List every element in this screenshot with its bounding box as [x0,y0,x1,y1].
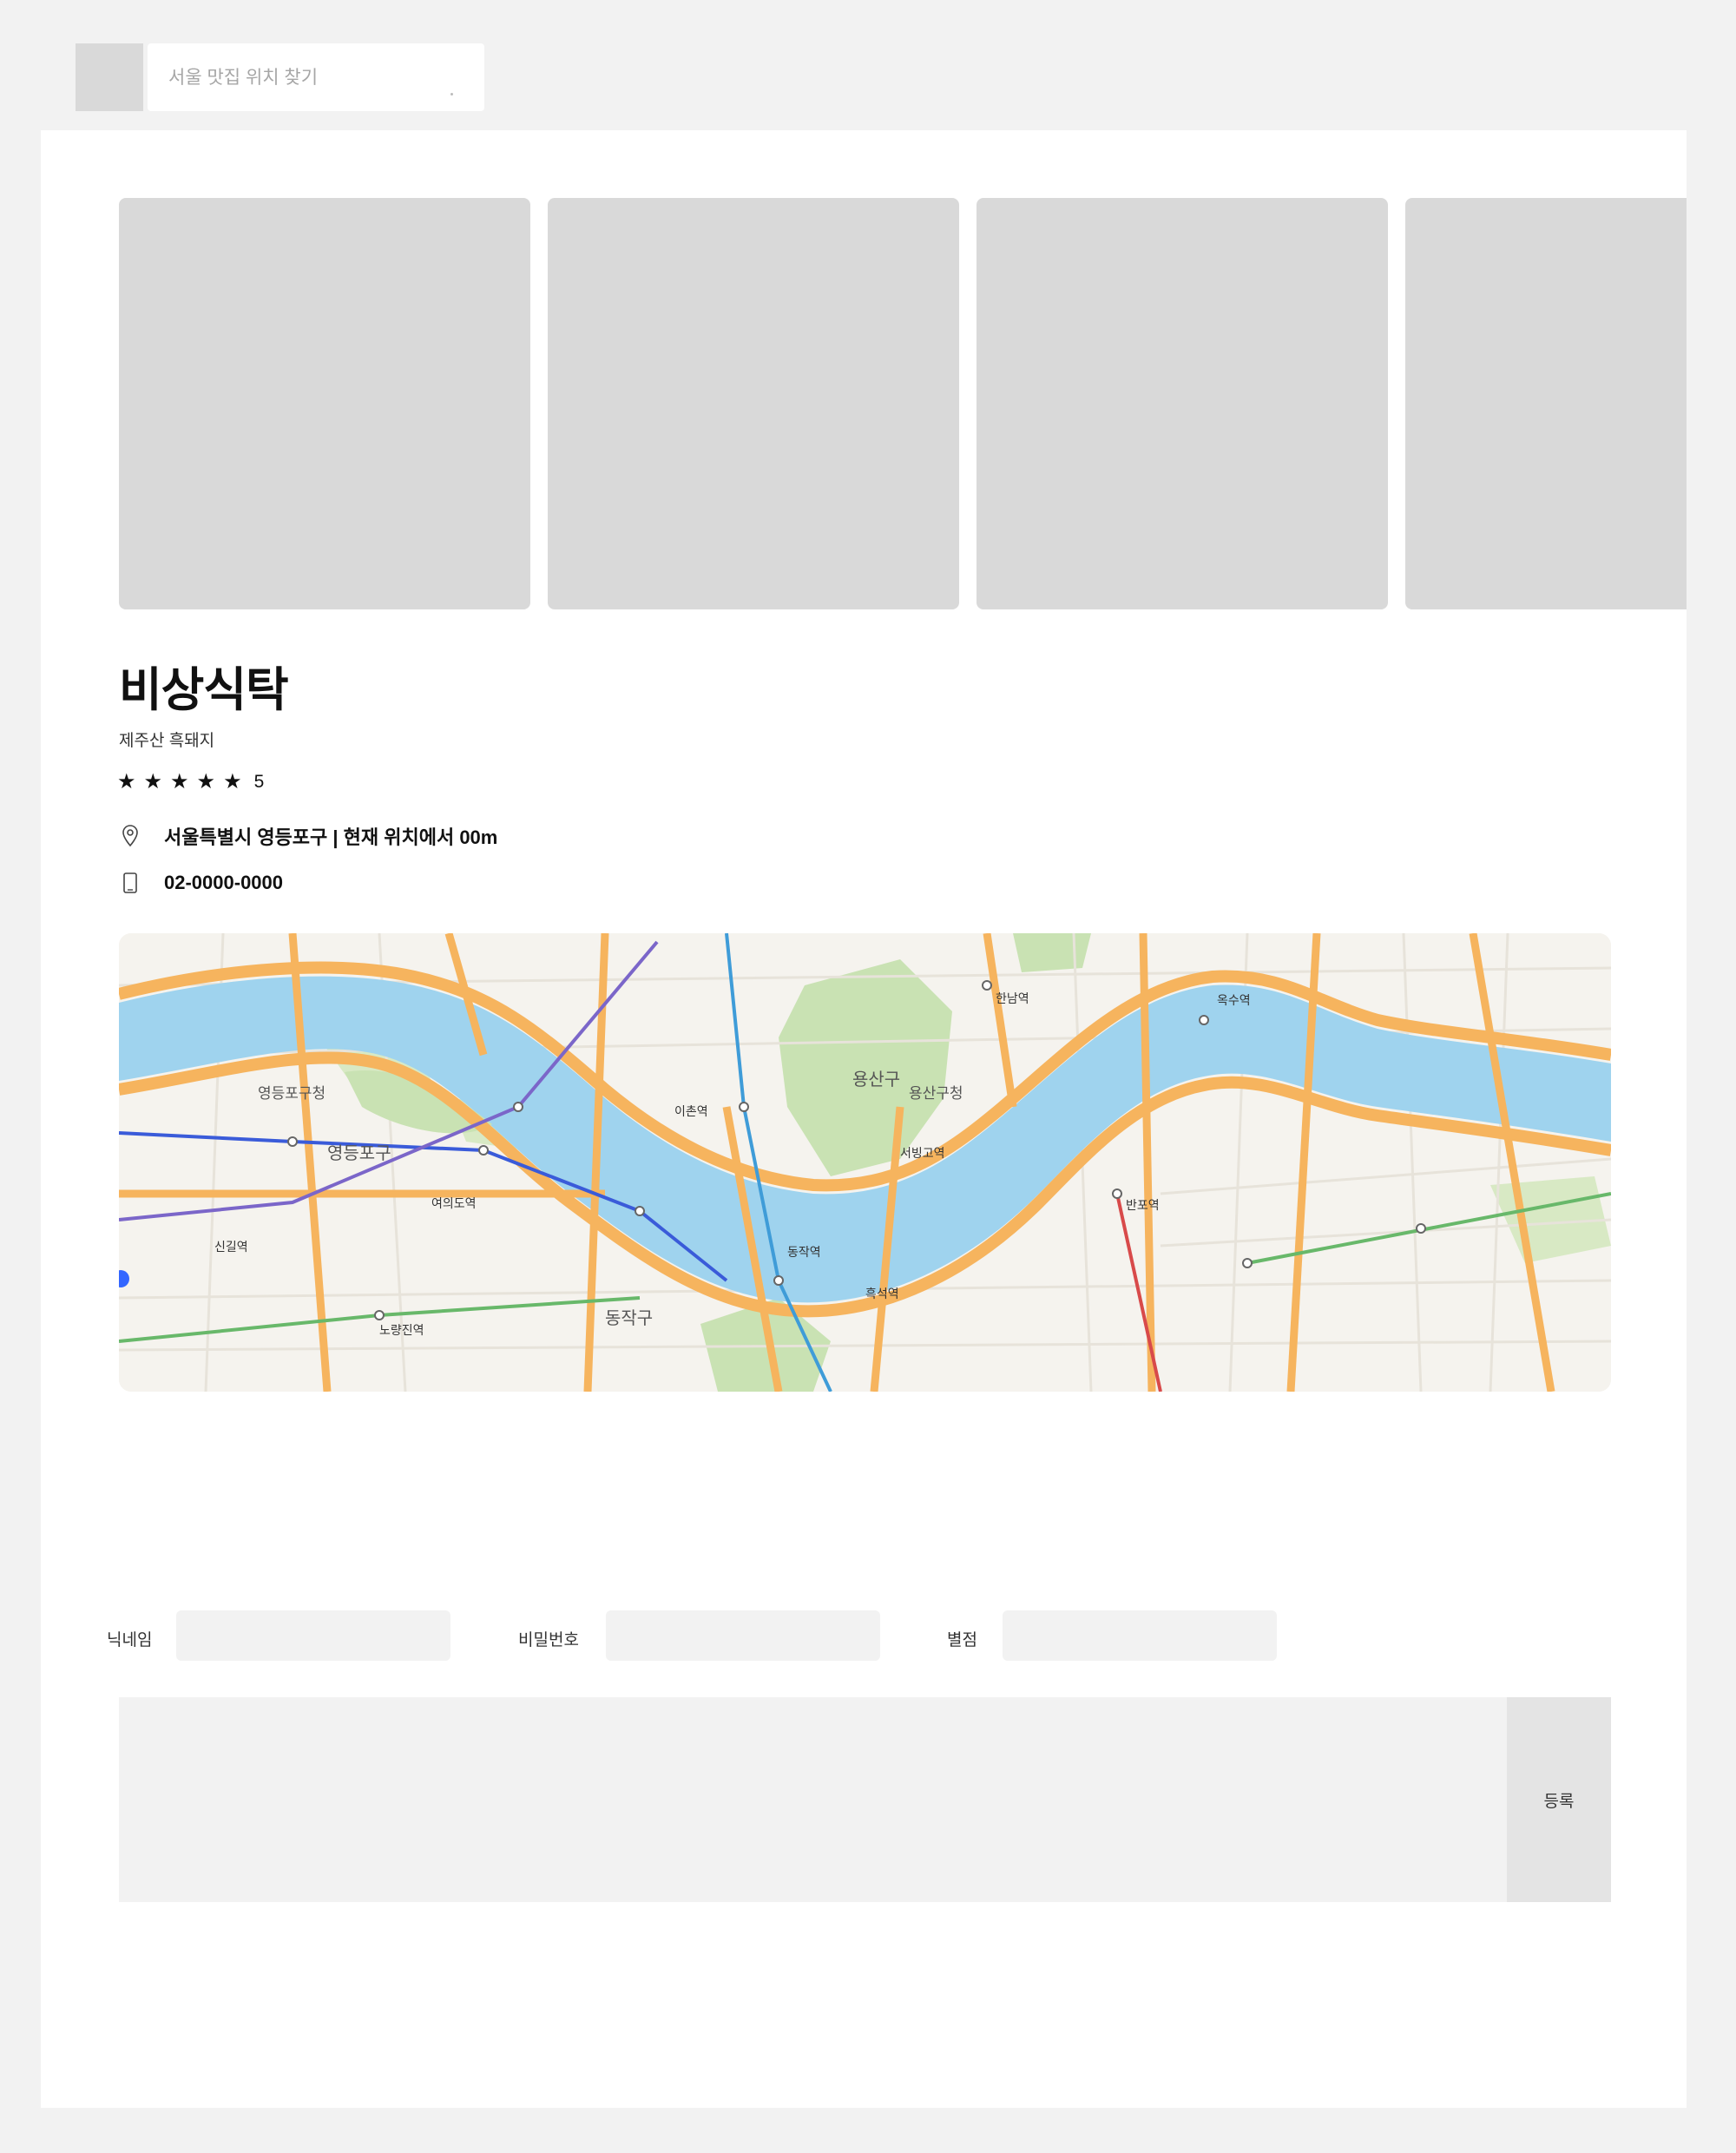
star-icon: ★ [223,770,242,793]
search-input[interactable] [167,43,457,113]
submit-button[interactable]: 등록 [1507,1697,1611,1902]
photo-4[interactable] [1405,198,1687,609]
star-icon: ★ [170,770,189,793]
phone-icon [119,870,141,896]
photo-2[interactable] [548,198,959,609]
map-label: 신길역 [214,1240,248,1254]
map-label: 서빙고역 [900,1146,945,1160]
map-label: 옥수역 [1217,993,1251,1007]
star-icon: ★ [117,770,136,793]
photo-1[interactable] [119,198,530,609]
map-label: 영등포구 [327,1143,391,1163]
restaurant-category: 제주산 흑돼지 [119,732,215,750]
location-map[interactable]: 용산구 용산구청 영등포구청 영등포구 동작구 신길역 여의도역 노량진역 한남… [119,933,1611,1392]
address-text: 서울특별시 영등포구 | 현재 위치에서 00m [164,826,498,848]
search-dot-icon [450,93,453,95]
nickname-label: 닉네임 [107,1631,153,1649]
logo[interactable] [76,43,143,111]
map-label: 반포역 [1126,1198,1160,1212]
restaurant-name: 비상식탁 [119,664,289,716]
password-label: 비밀번호 [518,1631,579,1649]
map-label: 여의도역 [431,1196,477,1210]
map-label: 영등포구청 [258,1085,326,1102]
score-input[interactable] [1003,1610,1277,1661]
photo-3[interactable] [976,198,1388,609]
rating-value: 5 [253,772,265,792]
review-textarea[interactable] [119,1697,1507,1902]
map-label: 용산구 [852,1070,900,1090]
score-label: 별점 [947,1631,977,1649]
map-label: 이촌역 [674,1104,708,1118]
star-icon: ★ [196,770,216,793]
map-label: 동작구 [605,1308,653,1328]
map-label: 노량진역 [379,1323,424,1337]
rating: ★ ★ ★ ★ ★ 5 [117,769,264,795]
map-label: 흑석역 [865,1287,899,1300]
address-row: 서울특별시 영등포구 | 현재 위치에서 00m [119,823,497,849]
location-pin-icon [119,823,141,849]
search-box[interactable] [148,43,484,113]
phone-row: 02-0000-0000 [119,870,283,896]
map-label: 용산구청 [909,1085,963,1102]
photo-gallery[interactable] [119,198,1687,609]
map-label: 동작역 [787,1245,821,1259]
map-label: 한남역 [996,991,1029,1005]
nickname-input[interactable] [176,1610,450,1661]
phone-text[interactable]: 02-0000-0000 [164,872,283,894]
password-input[interactable] [606,1610,880,1661]
star-icon: ★ [143,770,163,793]
content-panel: 비상식탁 제주산 흑돼지 ★ ★ ★ ★ ★ 5 서울특별시 영등포구 | 현재… [41,130,1687,2108]
